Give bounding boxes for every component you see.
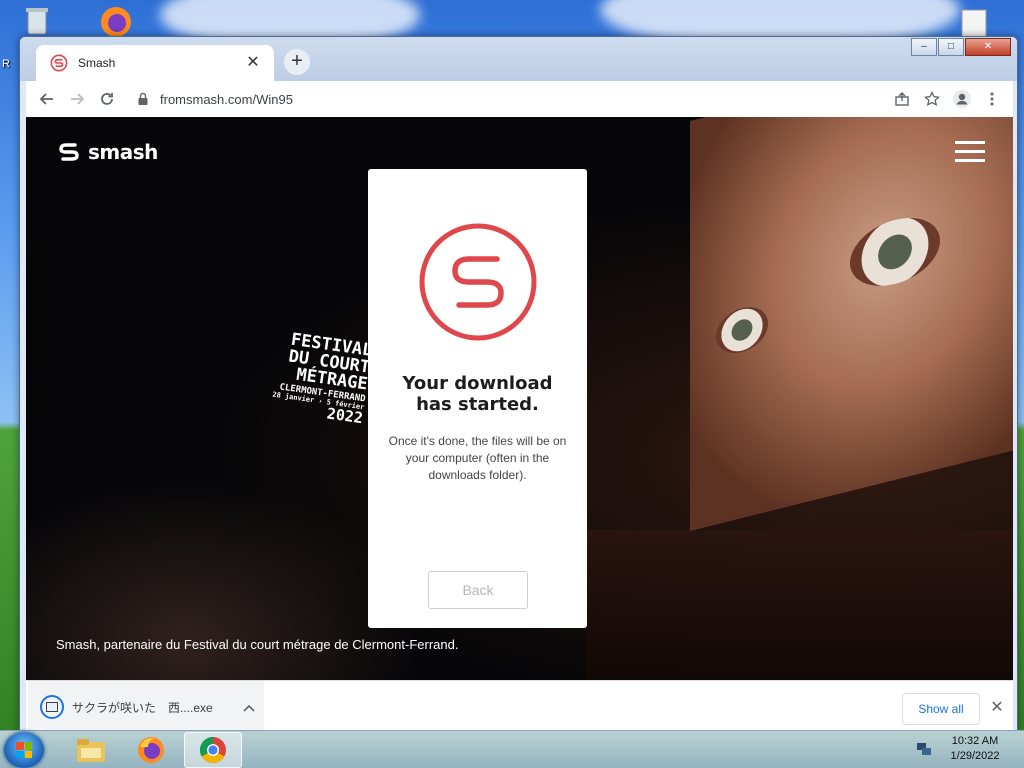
downloads-bar: サクラが咲いた 西....exe Show all ✕	[26, 680, 1013, 730]
windows-explorer-icon[interactable]	[62, 732, 120, 768]
star-icon[interactable]	[917, 84, 947, 114]
dialog-body: Once it's done, the files will be on you…	[388, 434, 567, 482]
start-button[interactable]	[4, 732, 44, 768]
menu-icon[interactable]	[955, 141, 985, 163]
download-item[interactable]: サクラが咲いた 西....exe	[28, 681, 264, 730]
dialog-title: Your download has started.	[402, 373, 553, 415]
new-tab-button[interactable]: +	[284, 49, 310, 75]
page-viewport: smash FESTIVAL DU COURT MÉTRAGE CLERMONT…	[26, 117, 1013, 680]
address-bar[interactable]: fromsmash.com/Win95	[126, 84, 883, 114]
download-dialog: Your download has started. Once it's don…	[368, 169, 587, 628]
close-icon[interactable]: ✕	[986, 697, 1008, 719]
chevron-up-icon[interactable]	[234, 699, 264, 715]
forward-arrow-icon[interactable]	[62, 84, 92, 114]
window-controls: – □ ✕	[910, 38, 1011, 56]
back-button[interactable]: Back	[428, 571, 528, 609]
share-icon[interactable]	[887, 84, 917, 114]
windows-logo-icon	[16, 742, 32, 758]
eye-image	[850, 208, 940, 296]
clock-time: 10:32 AM	[951, 735, 999, 747]
close-window-button[interactable]: ✕	[965, 38, 1011, 56]
url-text: fromsmash.com/Win95	[160, 91, 293, 107]
smash-logo-icon	[59, 143, 79, 161]
smash-brand[interactable]: smash	[56, 139, 158, 165]
lock-icon	[138, 92, 148, 105]
more-vert-icon[interactable]	[977, 84, 1007, 114]
browser-window: Smash ✕ + – □ ✕ fromsmash.com/Win95 smas…	[19, 36, 1018, 731]
eye-image	[716, 301, 768, 359]
stage-floor-image	[586, 530, 1013, 680]
network-icon[interactable]	[916, 741, 932, 757]
tab-title: Smash	[78, 56, 116, 70]
show-all-button[interactable]: Show all	[902, 693, 980, 725]
smash-logo-icon	[419, 223, 536, 341]
minimize-button[interactable]: –	[911, 38, 937, 56]
title-bar: Smash ✕ + – □ ✕	[20, 37, 1017, 81]
browser-toolbar: fromsmash.com/Win95	[26, 81, 1013, 117]
profile-icon[interactable]	[947, 84, 977, 114]
tab-close-icon[interactable]: ✕	[244, 54, 262, 72]
page-caption: Smash, partenaire du Festival du court m…	[56, 637, 459, 652]
back-arrow-icon[interactable]	[32, 84, 62, 114]
tab-smash[interactable]: Smash ✕	[36, 45, 274, 81]
festival-logo: FESTIVAL DU COURT MÉTRAGE CLERMONT-FERRA…	[253, 328, 374, 428]
file-icon	[40, 695, 64, 719]
smash-favicon-icon	[50, 54, 68, 72]
maximize-button[interactable]: □	[938, 38, 964, 56]
brand-name: smash	[88, 140, 158, 164]
chrome-icon[interactable]	[184, 732, 242, 768]
reload-icon[interactable]	[92, 84, 122, 114]
system-clock[interactable]: 10:32 AM 1/29/2022	[942, 734, 1008, 764]
download-file-name: サクラが咲いた 西....exe	[72, 700, 213, 715]
taskbar: 10:32 AM 1/29/2022	[0, 730, 1024, 768]
desktop-icon-label: R	[2, 58, 10, 70]
firefox-icon[interactable]	[122, 732, 180, 768]
clock-date: 1/29/2022	[950, 750, 1000, 762]
